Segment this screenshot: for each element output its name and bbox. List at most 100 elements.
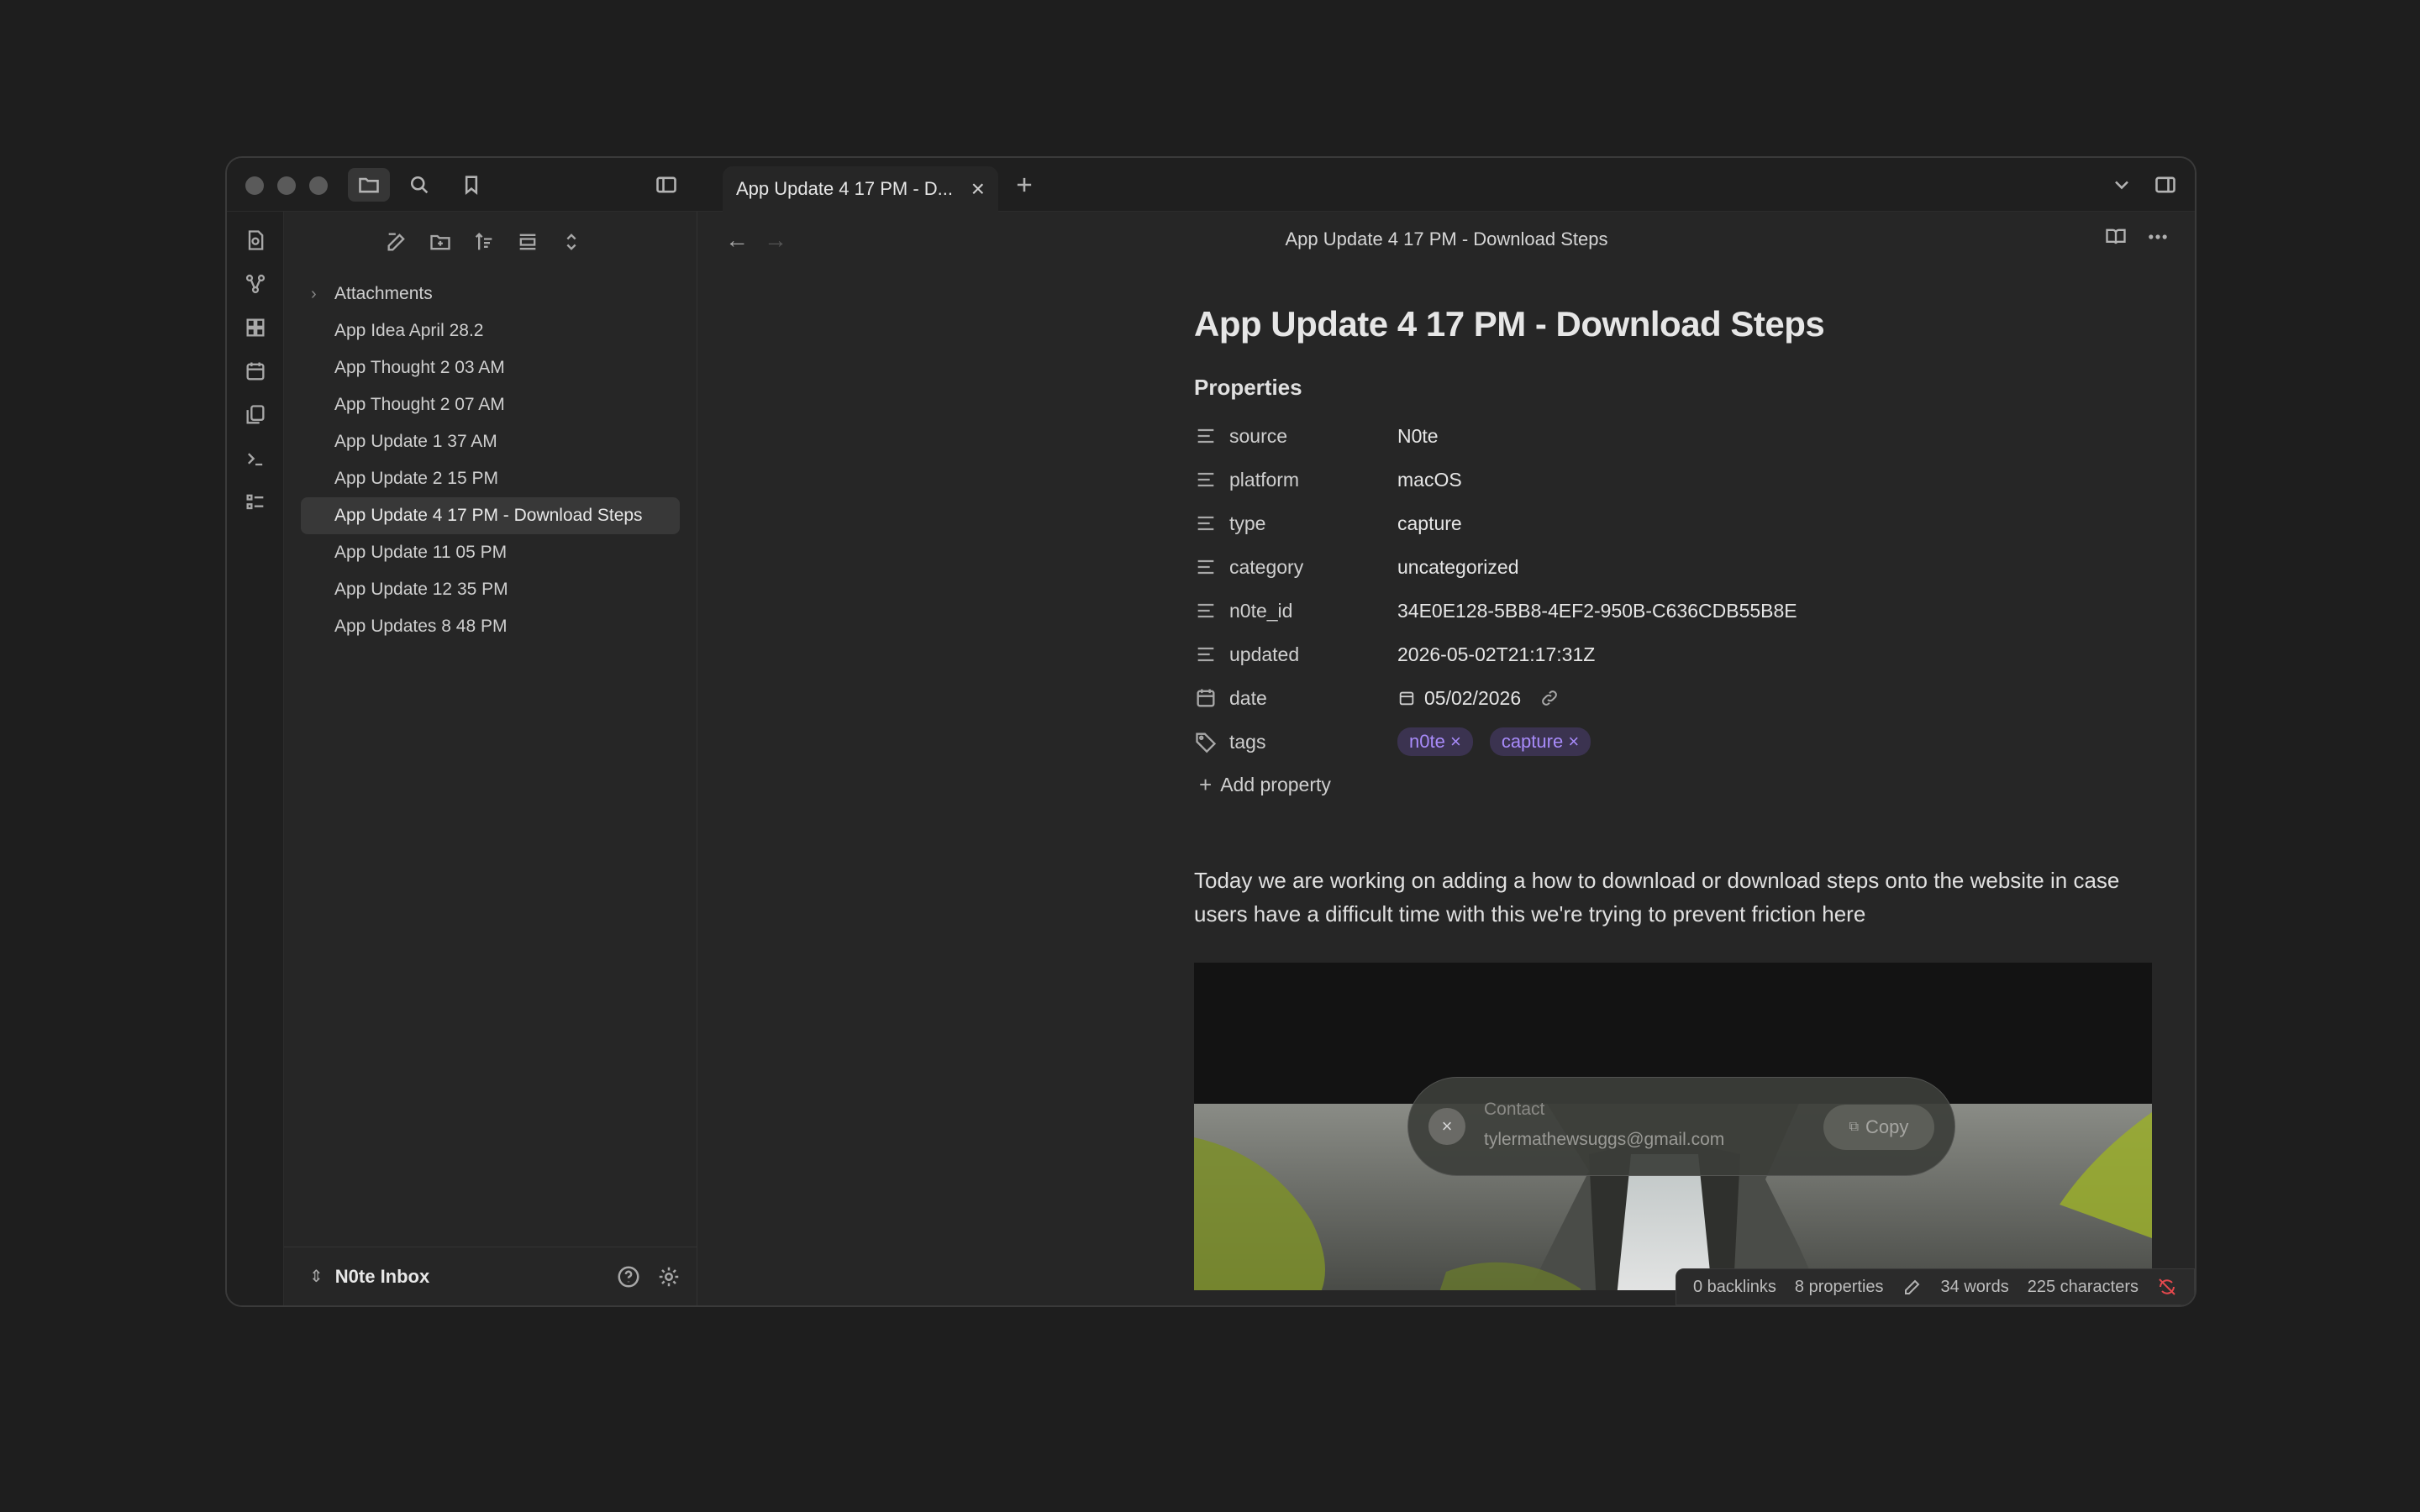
vault-switcher[interactable]: ⇕ N0te Inbox: [284, 1247, 697, 1305]
edit-pencil-icon[interactable]: [1902, 1277, 1923, 1297]
word-count[interactable]: 34 words: [1941, 1278, 2009, 1297]
property-row[interactable]: type capture: [1194, 501, 2152, 545]
file-item-active[interactable]: App Update 4 17 PM - Download Steps: [301, 497, 680, 534]
folder-attachments[interactable]: › Attachments: [301, 276, 680, 312]
copy-icon: ⧉: [1849, 1120, 1860, 1134]
property-value[interactable]: capture: [1397, 512, 1462, 535]
property-value[interactable]: macOS: [1397, 469, 1462, 491]
property-value[interactable]: 34E0E128-5BB8-4EF2-950B-C636CDB55B8E: [1397, 600, 1797, 622]
text-lines-icon: [1197, 472, 1214, 487]
file-item[interactable]: App Updates 8 48 PM: [301, 608, 680, 645]
property-row[interactable]: n0te_id 34E0E128-5BB8-4EF2-950B-C636CDB5…: [1194, 589, 2152, 633]
file-explorer-toolbar: [383, 228, 585, 255]
character-count[interactable]: 225 characters: [2028, 1278, 2139, 1297]
add-property-label: Add property: [1220, 774, 1331, 795]
property-value[interactable]: 2026-05-02T21:17:31Z: [1397, 643, 1595, 666]
tab-title: App Update 4 17 PM - D...: [736, 178, 954, 199]
sidebar-left-icon: [656, 176, 676, 193]
calendar-icon[interactable]: [242, 358, 269, 385]
add-property-button[interactable]: + Add property: [1194, 772, 2152, 798]
templates-icon[interactable]: [242, 402, 269, 428]
date-value[interactable]: 05/02/2026: [1424, 687, 1521, 710]
tag-pill[interactable]: capture ×: [1489, 727, 1591, 756]
ribbon: [227, 212, 284, 1305]
property-value[interactable]: N0te: [1397, 425, 1439, 448]
property-value[interactable]: uncategorized: [1397, 556, 1519, 579]
files-view-button[interactable]: [348, 168, 390, 202]
zoom-window-button[interactable]: [309, 176, 328, 195]
file-item[interactable]: App Update 11 05 PM: [301, 534, 680, 571]
plus-icon: [1017, 177, 1032, 192]
property-key: tags: [1229, 730, 1266, 753]
property-row[interactable]: source N0te: [1194, 414, 2152, 458]
auto-reveal-icon[interactable]: [514, 228, 541, 255]
toggle-left-sidebar-button[interactable]: [645, 168, 687, 202]
file-list: › Attachments App Idea April 28.2 App Th…: [301, 276, 680, 645]
text-lines-icon: [1197, 603, 1214, 618]
vault-name: N0te Inbox: [334, 1265, 430, 1287]
remove-tag-icon[interactable]: ×: [1568, 731, 1579, 752]
view-header-title[interactable]: App Update 4 17 PM - Download Steps: [698, 228, 2195, 250]
toggle-right-sidebar-button[interactable]: [2144, 168, 2186, 202]
new-note-icon[interactable]: [383, 228, 410, 255]
date-calendar-icon: [1399, 691, 1414, 706]
note-title[interactable]: App Update 4 17 PM - Download Steps: [1194, 304, 2152, 344]
tag-label: n0te: [1409, 731, 1445, 752]
minimize-window-button[interactable]: [277, 176, 296, 195]
property-key: n0te_id: [1229, 599, 1293, 622]
property-row[interactable]: platform macOS: [1194, 458, 2152, 501]
file-item[interactable]: App Idea April 28.2: [301, 312, 680, 349]
property-key: date: [1229, 686, 1267, 709]
property-row[interactable]: date 05/02/2026: [1194, 676, 2152, 720]
text-lines-icon: [1197, 516, 1214, 531]
settings-gear-icon[interactable]: [656, 1264, 681, 1289]
copy-button[interactable]: ⧉ Copy: [1823, 1105, 1934, 1150]
help-icon[interactable]: [616, 1264, 641, 1289]
sync-error-icon[interactable]: [2157, 1277, 2177, 1297]
remove-tag-icon[interactable]: ×: [1450, 731, 1461, 752]
canvas-icon[interactable]: [242, 314, 269, 341]
property-key: platform: [1229, 468, 1300, 491]
file-item[interactable]: App Update 1 37 AM: [301, 423, 680, 460]
folder-label: Attachments: [334, 284, 433, 303]
property-key: type: [1229, 512, 1266, 534]
new-folder-icon[interactable]: [427, 228, 454, 255]
new-tab-button[interactable]: [1003, 168, 1045, 202]
backlinks-count[interactable]: 0 backlinks: [1693, 1278, 1776, 1297]
tab-list-button[interactable]: [2101, 168, 2143, 202]
property-row[interactable]: updated 2026-05-02T21:17:31Z: [1194, 633, 2152, 676]
embedded-image[interactable]: × Contact tylermathewsuggs@gmail.com ⧉ C…: [1194, 963, 2152, 1290]
chevron-down-icon: [2115, 181, 2128, 190]
file-item[interactable]: App Thought 2 03 AM: [301, 349, 680, 386]
property-row[interactable]: category uncategorized: [1194, 545, 2152, 589]
quick-switcher-icon[interactable]: [242, 227, 269, 254]
property-row[interactable]: tags n0te × capture ×: [1194, 720, 2152, 764]
search-view-button[interactable]: [398, 168, 440, 202]
terminal-icon[interactable]: [242, 445, 269, 472]
file-item[interactable]: App Update 2 15 PM: [301, 460, 680, 497]
close-window-button[interactable]: [245, 176, 264, 195]
more-options-icon[interactable]: [2146, 225, 2170, 249]
reading-view-icon[interactable]: [2104, 225, 2128, 249]
close-icon[interactable]: ×: [1428, 1108, 1465, 1145]
bookmarks-view-button[interactable]: [450, 168, 492, 202]
checklist-icon[interactable]: [242, 489, 269, 516]
file-item[interactable]: App Update 12 35 PM: [301, 571, 680, 608]
chevron-right-icon: ›: [311, 285, 317, 303]
property-key: source: [1229, 424, 1288, 447]
tab-active-note[interactable]: App Update 4 17 PM - D... ×: [723, 166, 998, 212]
properties-count[interactable]: 8 properties: [1795, 1278, 1884, 1297]
collapse-all-icon[interactable]: [558, 228, 585, 255]
text-lines-icon: [1197, 647, 1214, 662]
note-body-paragraph[interactable]: Today we are working on adding a how to …: [1194, 864, 2152, 931]
title-bar: App Update 4 17 PM - D... ×: [227, 158, 2195, 212]
note-content: App Update 4 17 PM - Download Steps Prop…: [1194, 304, 2152, 1290]
properties-heading[interactable]: Properties: [1194, 375, 2152, 401]
file-item[interactable]: App Thought 2 07 AM: [301, 386, 680, 423]
graph-view-icon[interactable]: [242, 270, 269, 297]
contact-popup: × Contact tylermathewsuggs@gmail.com ⧉ C…: [1407, 1077, 1955, 1176]
sort-icon[interactable]: [471, 228, 497, 255]
link-icon[interactable]: [1539, 688, 1560, 708]
tag-pill[interactable]: n0te ×: [1397, 727, 1473, 756]
close-tab-icon[interactable]: ×: [971, 176, 985, 202]
